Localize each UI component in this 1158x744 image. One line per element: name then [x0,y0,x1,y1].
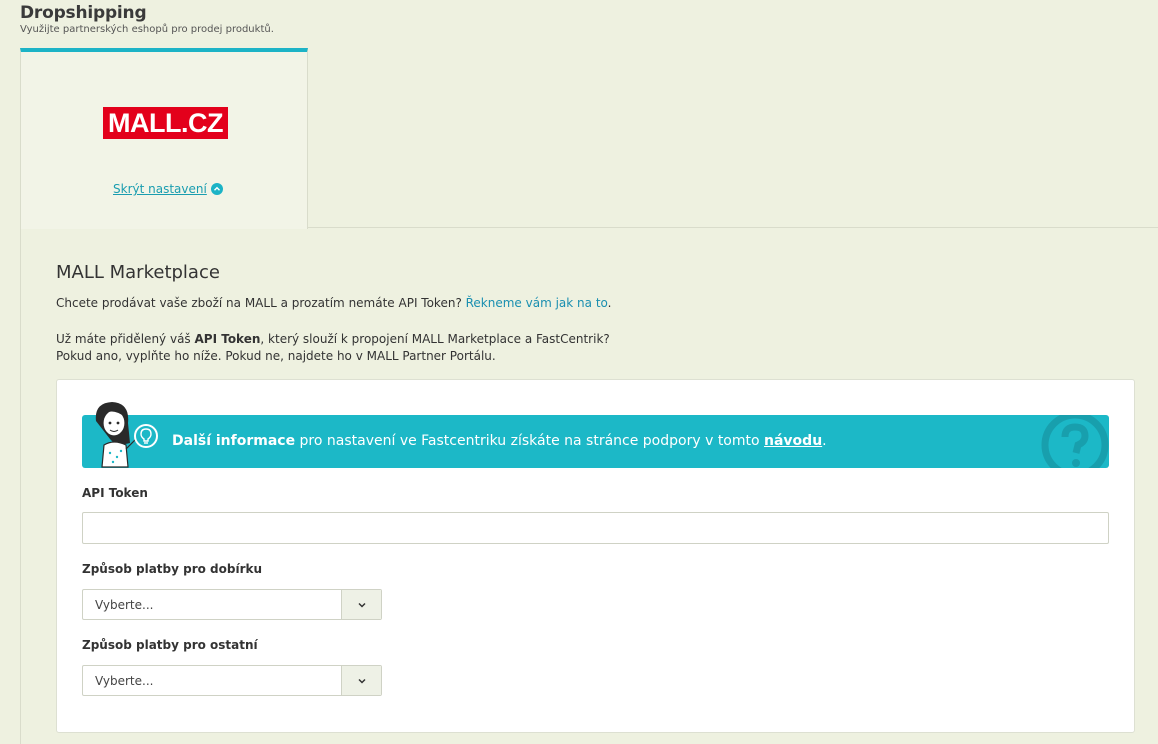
intro-paragraph: Chcete prodávat vaše zboží na MALL a pro… [56,296,611,310]
api-token-input[interactable] [82,512,1109,544]
lightbulb-icon [134,424,158,448]
token-text-rest: , který slouží k propojení MALL Marketpl… [260,332,610,346]
section-title: MALL Marketplace [56,262,220,283]
chevron-down-icon[interactable] [341,590,381,619]
banner-end: . [822,433,827,449]
hide-settings-link[interactable]: Skrýt nastavení [113,182,223,196]
question-mark-icon [1041,415,1109,468]
banner-bold: Další informace [172,433,296,449]
banner-body: pro nastavení ve Fastcentriku získáte na… [295,433,765,449]
token-text-bold: API Token [194,332,261,346]
other-payment-select[interactable]: Vyberte... [82,665,382,696]
how-to-link[interactable]: Řekneme vám jak na to [466,296,608,310]
page-subtitle: Využijte partnerských eshopů pro prodej … [20,24,274,35]
token-paragraph: Už máte přidělený váš API Token, který s… [56,331,610,365]
banner-text: Další informace pro nastavení ve Fastcen… [172,433,827,449]
hide-settings-label: Skrýt nastavení [113,182,207,196]
chevron-down-icon[interactable] [341,666,381,695]
chevron-up-icon [210,183,223,195]
intro-end: . [607,296,612,310]
page-header: Dropshipping Využijte partnerských eshop… [20,3,274,35]
mall-logo: MALL.CZ [103,107,228,139]
cod-payment-select[interactable]: Vyberte... [82,589,382,620]
api-token-label: API Token [82,486,148,500]
info-banner: Další informace pro nastavení ve Fastcen… [82,402,1109,468]
other-payment-label: Způsob platby pro ostatní [82,638,258,652]
banner-guide-link[interactable]: návodu [764,433,822,449]
token-text-line2: Pokud ano, vyplňte ho níže. Pokud ne, na… [56,349,496,363]
cod-payment-value: Vyberte... [95,598,154,612]
tab-mall[interactable]: MALL.CZ Skrýt nastavení [20,48,308,229]
girl-illustration-icon [95,402,137,468]
intro-text: Chcete prodávat vaše zboží na MALL a pro… [56,296,466,310]
other-payment-value: Vyberte... [95,674,154,688]
token-text-start: Už máte přidělený váš [56,332,195,346]
page-title: Dropshipping [20,3,147,23]
cod-payment-label: Způsob platby pro dobírku [82,562,263,576]
